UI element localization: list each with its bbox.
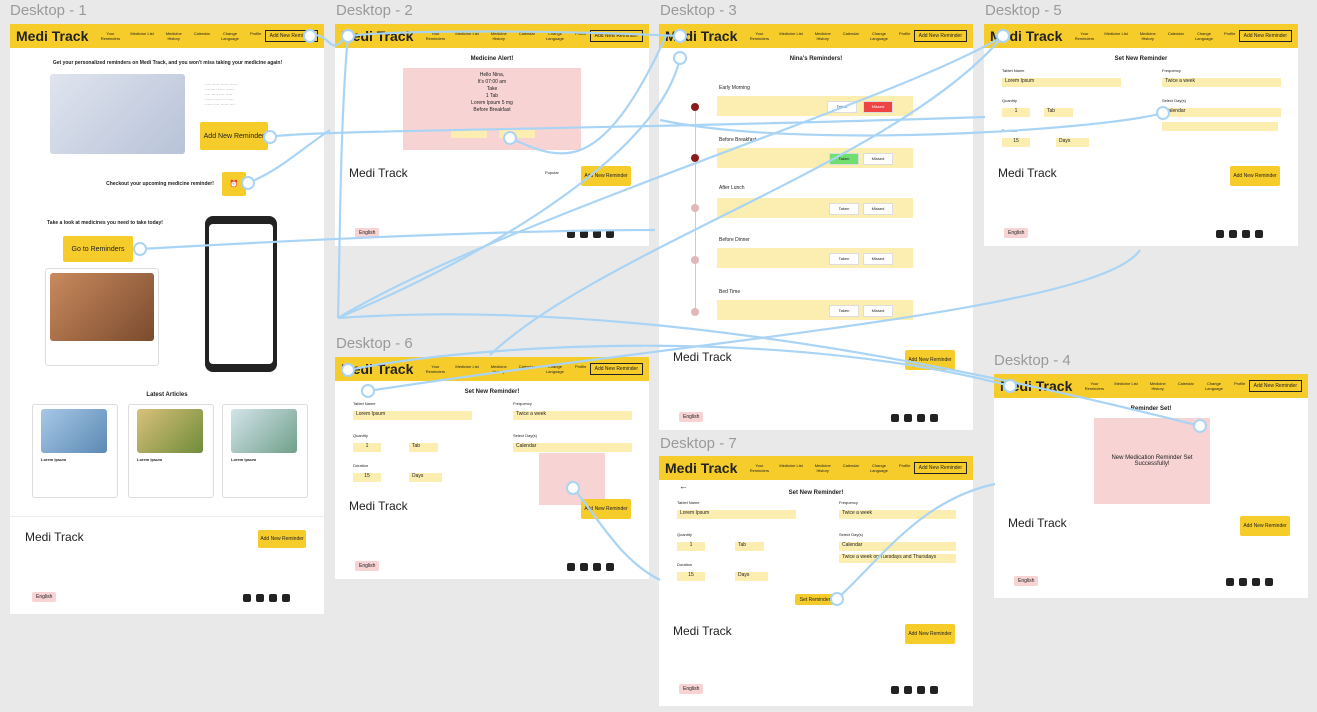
prototype-connections bbox=[133, 29, 1207, 606]
